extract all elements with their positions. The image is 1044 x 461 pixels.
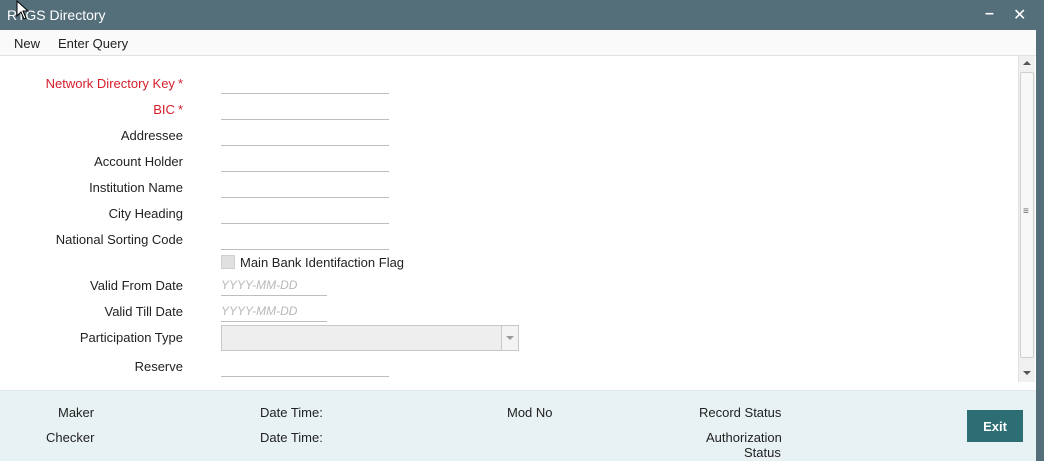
addressee-input[interactable]: [221, 124, 389, 146]
institution-name-label: Institution Name: [89, 180, 183, 195]
participation-type-label: Participation Type: [79, 330, 183, 345]
scroll-up-icon[interactable]: [1023, 61, 1031, 65]
menu-new[interactable]: New: [14, 36, 40, 51]
maker-label: Maker: [58, 405, 95, 420]
addressee-label: Addressee: [120, 128, 183, 143]
valid-from-date-input[interactable]: [221, 274, 327, 296]
valid-from-date-label: Valid From Date: [90, 278, 183, 293]
required-marker: *: [177, 102, 183, 117]
form-content: Network Directory Key * BIC * Addressee Ac…: [0, 56, 1018, 390]
vertical-scrollbar[interactable]: [1018, 56, 1035, 382]
window-border: [1036, 30, 1044, 461]
account-holder-input[interactable]: [221, 150, 389, 172]
authorization-status-label: Authorization: [706, 430, 782, 445]
audit-footer: Maker Checker Date Time: Date Time: Mod …: [0, 390, 1036, 461]
authorization-status-label-2: Status: [744, 445, 781, 460]
network-directory-key-label: Network Directory Key *: [45, 76, 183, 91]
institution-name-input[interactable]: [221, 176, 389, 198]
maker-date-time-label: Date Time:: [260, 405, 323, 420]
bic-label: BIC *: [153, 102, 183, 117]
reserve-input[interactable]: [221, 355, 389, 377]
title-bar: RTGS Directory – ✕: [0, 0, 1044, 30]
reserve-label: Reserve: [134, 359, 183, 374]
chevron-down-icon[interactable]: [501, 326, 518, 350]
bic-input[interactable]: [221, 98, 389, 120]
valid-till-date-label: Valid Till Date: [104, 304, 183, 319]
account-holder-label: Account Holder: [94, 154, 183, 169]
scrollbar-thumb[interactable]: [1020, 72, 1034, 358]
required-marker: *: [177, 76, 183, 91]
close-button[interactable]: ✕: [1013, 5, 1026, 25]
record-status-label: Record Status: [699, 405, 782, 420]
scroll-down-icon[interactable]: [1023, 371, 1031, 375]
exit-button[interactable]: Exit: [967, 410, 1023, 442]
checker-label: Checker: [46, 430, 95, 445]
city-heading-label: City Heading: [108, 206, 183, 221]
national-sorting-code-input[interactable]: [221, 228, 389, 250]
network-directory-key-input[interactable]: [221, 72, 389, 94]
menu-bar: New Enter Query: [0, 30, 1044, 56]
mod-no-label: Mod No: [507, 405, 553, 420]
main-bank-flag-label: Main Bank Identifaction Flag: [240, 255, 405, 270]
main-bank-flag-checkbox[interactable]: [221, 255, 235, 269]
minimize-button[interactable]: –: [985, 5, 994, 23]
valid-till-date-input[interactable]: [221, 300, 327, 322]
city-heading-input[interactable]: [221, 202, 389, 224]
mouse-pointer-icon: [16, 0, 30, 20]
menu-enter-query[interactable]: Enter Query: [58, 36, 128, 51]
participation-type-select[interactable]: [221, 325, 519, 351]
national-sorting-code-label: National Sorting Code: [55, 232, 183, 247]
checker-date-time-label: Date Time:: [260, 430, 323, 445]
